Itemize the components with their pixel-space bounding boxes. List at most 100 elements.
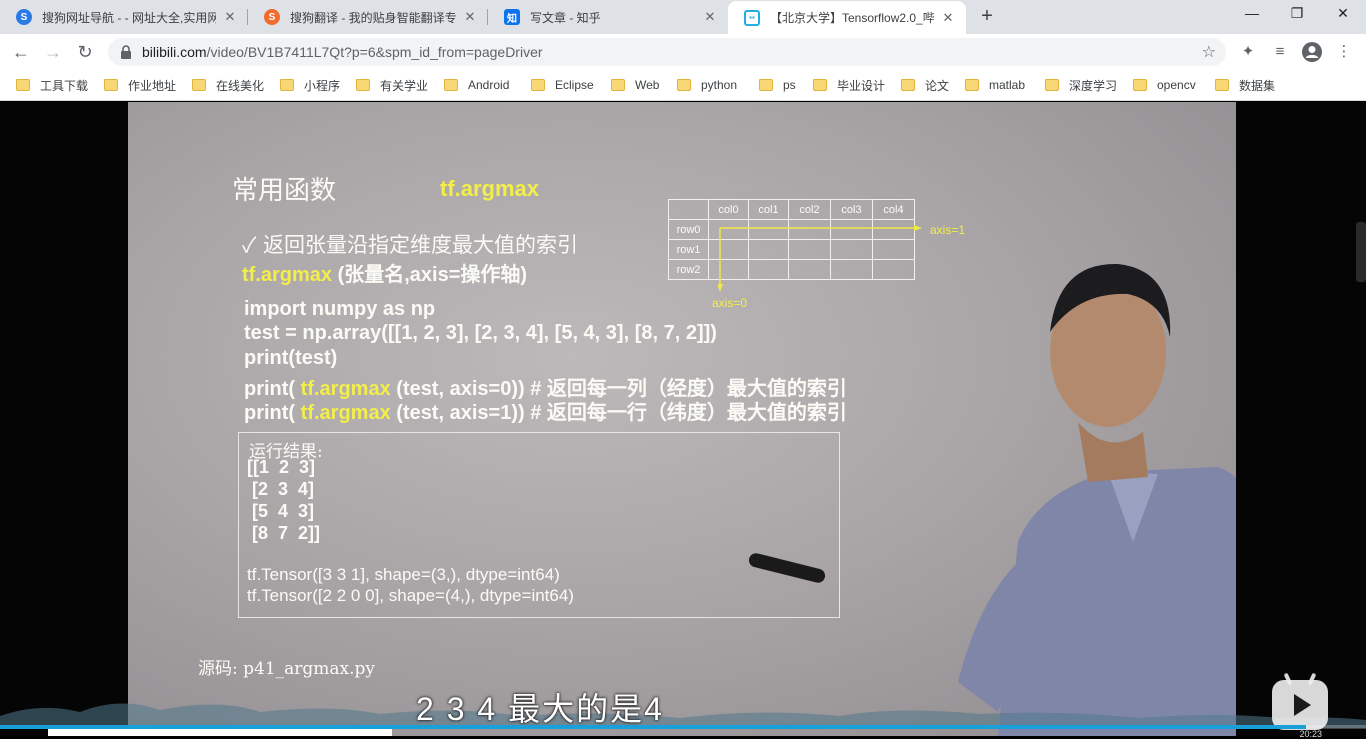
axis1-label: axis=1 [930, 223, 966, 237]
signature-fn: tf.argmax [242, 264, 333, 286]
new-tab-button[interactable]: + [976, 6, 998, 28]
side-scroll-handle[interactable] [1356, 222, 1366, 282]
code-line: print( tf.argmax (test, axis=1)) # 返回每一行… [244, 402, 847, 424]
bookmark-label: 有关学业 [380, 78, 429, 93]
url-text: bilibili.com/video/BV1B7411L7Qt?p=6&spm_… [142, 44, 543, 60]
bookmark-item[interactable]: python [677, 76, 737, 94]
tab-sogou-translate[interactable]: S 搜狗翻译 - 我的贴身智能翻译专家 ✕ [248, 0, 488, 34]
sogou-translate-icon: S [264, 9, 280, 25]
bookmark-label: Eclipse [555, 78, 594, 92]
signature-rest: (张量名,axis=操作轴) [332, 264, 528, 286]
bookmark-item[interactable]: 有关学业 [356, 76, 428, 94]
folder-icon [280, 79, 294, 91]
bookmark-item[interactable]: Web [611, 76, 659, 94]
bookmark-label: 深度学习 [1069, 78, 1118, 93]
folder-icon [104, 79, 118, 91]
bookmark-item[interactable]: 数据集 [1215, 76, 1275, 94]
tensor-line: tf.Tensor([2 2 0 0], shape=(4,), dtype=i… [247, 586, 574, 605]
bookmark-label: opencv [1157, 78, 1196, 92]
table-cell: row1 [668, 239, 709, 260]
folder-icon [1215, 79, 1229, 91]
slide-heading: 常用函数 [232, 176, 337, 206]
bookmark-label: 数据集 [1239, 78, 1276, 93]
close-icon[interactable]: ✕ [222, 9, 238, 25]
url-host: bilibili.com [142, 44, 207, 60]
folder-icon [444, 79, 458, 91]
bookmark-label: Web [635, 78, 660, 92]
media-control-icon[interactable]: ≡ [1268, 40, 1292, 64]
table-cell: row2 [668, 259, 709, 280]
tab-sogou-nav[interactable]: S 搜狗网址导航 - - 网址大全,实用网 ✕ [0, 0, 248, 34]
bilibili-tv-play-icon[interactable] [1272, 672, 1328, 730]
folder-icon [1133, 79, 1147, 91]
extensions-icon[interactable]: ✦ [1236, 40, 1260, 64]
bookmark-item[interactable]: ps [759, 76, 796, 94]
bookmark-label: 工具下载 [40, 78, 89, 93]
presenter-figure [958, 263, 1236, 736]
time-display: 20:23 [1299, 729, 1322, 739]
tab-strip: S 搜狗网址导航 - - 网址大全,实用网 ✕ S 搜狗翻译 - 我的贴身智能翻… [0, 0, 1366, 34]
bookmarks-bar: 工具下载 作业地址 在线美化 小程序 有关学业 Android Eclipse Web pyth… [0, 70, 1366, 101]
video-frame[interactable]: 常用函数 tf.argmax ✓ 返回张量沿指定维度最大值的索引 tf.argm… [128, 102, 1236, 736]
folder-icon [901, 79, 915, 91]
table-cell [668, 199, 709, 220]
buffer-bar [48, 729, 392, 736]
video-player[interactable]: 常用函数 tf.argmax ✓ 返回张量沿指定维度最大值的索引 tf.argm… [0, 102, 1366, 739]
bookmark-item[interactable]: Android [444, 76, 509, 94]
address-bar[interactable]: bilibili.com/video/BV1B7411L7Qt?p=6&spm_… [108, 38, 1226, 66]
folder-icon [611, 79, 625, 91]
reload-button[interactable]: ↻ [72, 39, 98, 65]
bookmark-item[interactable]: 在线美化 [192, 76, 264, 94]
slide-func-title: tf.argmax [440, 176, 540, 201]
lock-icon[interactable] [120, 45, 132, 59]
code-line: test = np.array([[1, 2, 3], [2, 3, 4], [… [244, 322, 717, 344]
close-window-button[interactable]: ✕ [1331, 5, 1355, 25]
bookmark-label: python [701, 78, 738, 92]
result-line: [8 7 2]] [247, 523, 321, 543]
table-cell: col2 [788, 199, 831, 220]
tab-title: 搜狗翻译 - 我的贴身智能翻译专家 [290, 10, 456, 25]
browser-toolbar: ← → ↻ bilibili.com/video/BV1B7411L7Qt?p=… [0, 34, 1366, 70]
code-line: import numpy as np [244, 298, 436, 320]
profile-avatar-icon[interactable] [1300, 40, 1324, 64]
bookmark-item[interactable]: 小程序 [280, 76, 340, 94]
folder-icon [677, 79, 691, 91]
minimize-button[interactable]: — [1240, 5, 1264, 25]
bookmark-item[interactable]: 作业地址 [104, 76, 176, 94]
table-cell: col1 [748, 199, 789, 220]
url-path: /video/BV1B7411L7Qt?p=6&spm_id_from=page… [206, 44, 543, 60]
close-icon[interactable]: ✕ [940, 10, 956, 26]
bookmark-item[interactable]: Eclipse [531, 76, 594, 94]
bookmark-item[interactable]: 论文 [901, 76, 949, 94]
close-icon[interactable]: ✕ [702, 9, 718, 25]
tab-bilibili[interactable]: ▪▪ 【北京大学】Tensorflow2.0_哔哩 ✕ [728, 1, 966, 34]
menu-icon[interactable]: ⋮ [1332, 40, 1356, 64]
bookmark-star-icon[interactable]: ☆ [1202, 42, 1216, 62]
forward-button[interactable]: → [40, 39, 66, 65]
bookmark-label: 作业地址 [128, 78, 177, 93]
result-line: [[1 2 3] [247, 457, 316, 477]
result-line: [2 3 4] [247, 479, 315, 499]
bookmark-item[interactable]: matlab [965, 76, 1025, 94]
close-icon[interactable]: ✕ [462, 9, 478, 25]
folder-icon [192, 79, 206, 91]
tab-title: 搜狗网址导航 - - 网址大全,实用网 [42, 10, 216, 25]
folder-icon [1045, 79, 1059, 91]
folder-icon [531, 79, 545, 91]
slide-signature: tf.argmax (张量名,axis=操作轴) [242, 258, 527, 287]
table-cell: col0 [708, 199, 749, 220]
restore-button[interactable]: ❐ [1285, 5, 1309, 25]
bookmark-item[interactable]: 工具下载 [16, 76, 88, 94]
axis-arrows [718, 225, 922, 292]
sogou-nav-icon: S [16, 9, 32, 25]
table-cell: col3 [830, 199, 873, 220]
zhihu-icon: 知 [504, 9, 520, 25]
bookmark-item[interactable]: 深度学习 [1045, 76, 1117, 94]
tab-zhihu[interactable]: 知 写文章 - 知乎 ✕ [488, 0, 728, 34]
audio-waveform [0, 703, 1366, 728]
bookmark-item[interactable]: 毕业设计 [813, 76, 885, 94]
bookmark-item[interactable]: opencv [1133, 76, 1196, 94]
back-button[interactable]: ← [8, 39, 34, 65]
bookmark-label: Android [468, 78, 510, 92]
result-box: 运行结果: [[1 2 3] [2 3 4] [5 4 3] [8 7 2]] … [238, 432, 840, 618]
